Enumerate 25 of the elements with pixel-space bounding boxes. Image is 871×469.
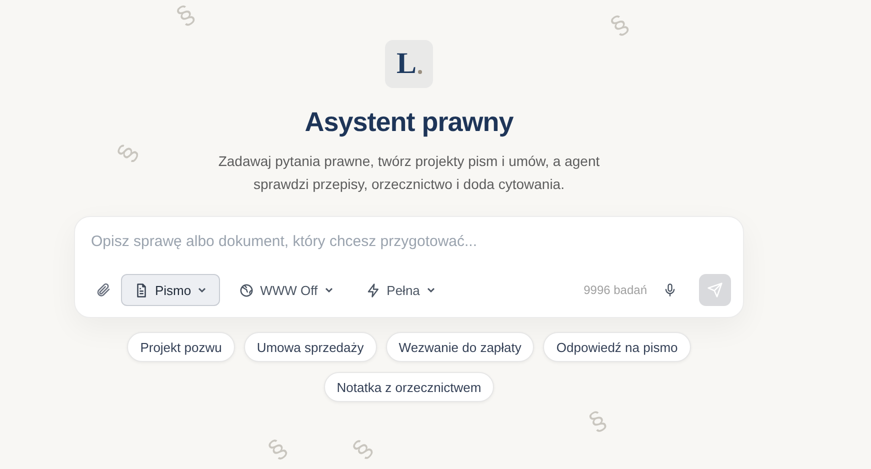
section-sign-mark: §	[584, 406, 610, 436]
section-sign-mark: §	[112, 140, 142, 166]
section-sign-mark: §	[606, 10, 633, 40]
usage-counter: 9996 badań	[584, 283, 647, 297]
mode-dropdown[interactable]: WWW Off	[226, 274, 347, 306]
mode-dropdown[interactable]: Pełna	[352, 274, 449, 306]
suggestion-chip[interactable]: Umowa sprzedaży	[244, 332, 377, 362]
page-title: Asystent prawny	[304, 106, 514, 139]
document-icon	[134, 282, 149, 298]
logo: L	[385, 40, 433, 88]
suggestion-chip[interactable]: Projekt pozwu	[127, 332, 235, 362]
mode-dropdown[interactable]: Pismo	[121, 274, 220, 306]
section-sign-mark: §	[263, 434, 292, 464]
chevron-down-icon	[324, 285, 334, 295]
chevron-down-icon	[426, 285, 436, 295]
globe-icon	[239, 282, 254, 298]
suggestion-chip[interactable]: Notatka z orzecznictwem	[324, 372, 494, 402]
section-sign-mark: §	[348, 435, 377, 463]
lightning-icon	[366, 282, 381, 298]
suggestion-chip[interactable]: Wezwanie do zapłaty	[386, 332, 534, 362]
chevron-down-icon	[197, 285, 208, 295]
subtitle: Zadawaj pytania prawne, twórz projekty pism i umów, a agent sprawdzi przepisy, orzecznictwo i doda cytowania.	[217, 152, 601, 194]
suggestion-chip[interactable]: Odpowiedź na pismo	[543, 332, 691, 362]
section-sign-mark: §	[172, 0, 199, 30]
send-icon	[707, 282, 723, 298]
